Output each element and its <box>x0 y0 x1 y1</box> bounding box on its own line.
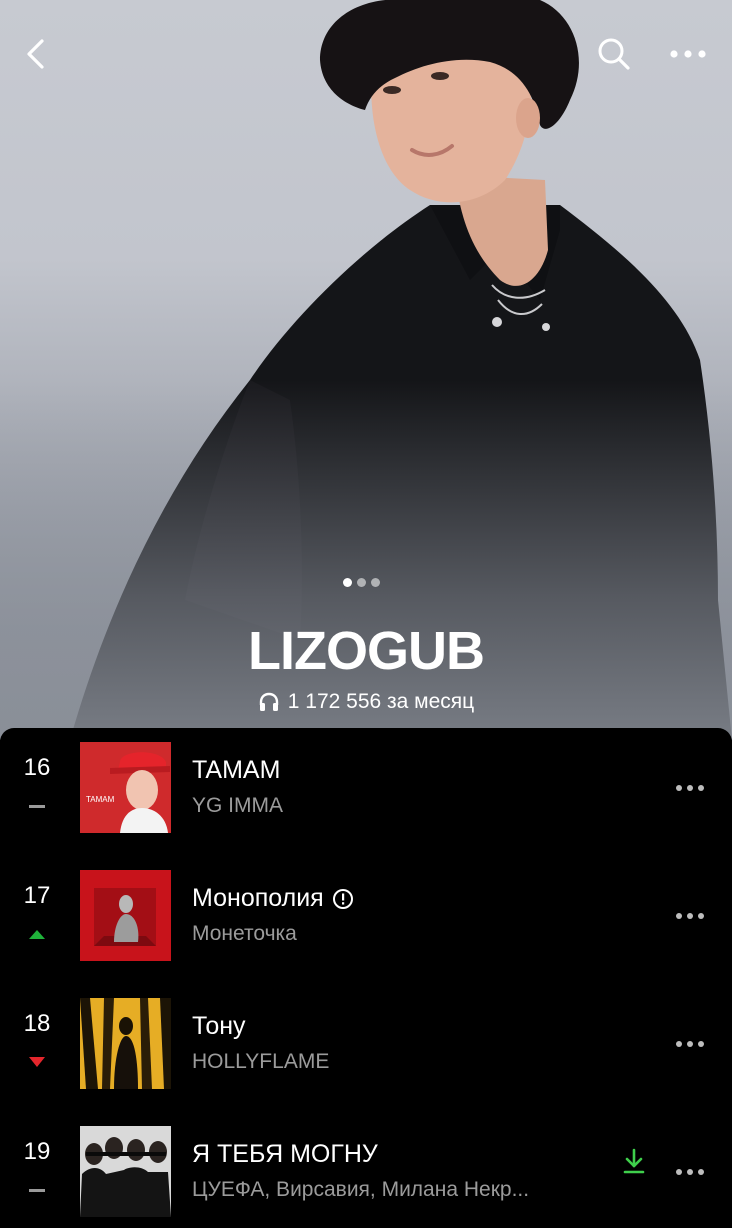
track-artist[interactable]: ЦУЕФА, Вирсавия, Милана Некр... <box>192 1178 529 1202</box>
pager-dot[interactable] <box>343 578 352 587</box>
track-cover[interactable]: TAMAM <box>80 742 171 833</box>
track-rank: 19 <box>23 1138 51 1165</box>
monthly-listeners: 1 172 556 за месяц <box>0 690 732 714</box>
track-more-button[interactable] <box>668 906 712 926</box>
track-more-button[interactable] <box>668 1034 712 1054</box>
track-rank: 18 <box>23 1010 51 1037</box>
track-cover[interactable] <box>80 1126 171 1217</box>
track-list: 16 TAMAM TAMAM YG IMMA 17 Монополия Моне… <box>0 728 732 1228</box>
chevron-left-icon <box>27 39 44 69</box>
track-artist[interactable]: YG IMMA <box>192 794 283 818</box>
track-title: Я ТЕБЯ МОГНУ <box>192 1140 378 1169</box>
listeners-count: 1 172 556 за месяц <box>287 690 475 713</box>
cover-text: TAMAM <box>86 795 115 804</box>
headphones-icon <box>259 692 278 711</box>
artist-name: LIZOGUB <box>248 621 485 681</box>
triangle-up-icon <box>26 928 48 940</box>
track-more-button[interactable] <box>668 778 712 798</box>
download-icon <box>623 1148 645 1174</box>
track-title: Монополия <box>192 884 354 913</box>
track-artist[interactable]: HOLLYFLAME <box>192 1050 329 1074</box>
track-title: Тону <box>192 1012 246 1041</box>
search-button[interactable] <box>590 30 638 78</box>
gallery-pager[interactable] <box>343 578 380 587</box>
pager-dot[interactable] <box>371 578 380 587</box>
search-icon <box>598 38 630 70</box>
artist-hero: LIZOGUB 1 172 556 за месяц <box>0 0 732 740</box>
cover-art <box>80 1126 171 1217</box>
track-row[interactable]: 17 Монополия Монеточка <box>0 856 732 984</box>
track-rank: 16 <box>23 754 51 781</box>
track-title-text: TAMAM <box>192 756 281 784</box>
more-options-button[interactable] <box>664 30 712 78</box>
track-title-text: Тону <box>192 1012 246 1040</box>
track-rank: 17 <box>23 882 51 909</box>
track-title-text: Монополия <box>192 884 324 912</box>
track-more-button[interactable] <box>668 1162 712 1182</box>
more-horizontal-icon <box>670 50 706 58</box>
back-button[interactable] <box>12 30 60 78</box>
track-title: TAMAM <box>192 756 280 785</box>
track-artist[interactable]: Монеточка <box>192 922 297 946</box>
dash-icon <box>26 1184 48 1196</box>
track-row[interactable]: 19 Я ТЕБЯ МОГНУ ЦУЕФА, Вирсавия, Милана … <box>0 1112 732 1228</box>
track-row[interactable]: 16 TAMAM TAMAM YG IMMA <box>0 728 732 856</box>
triangle-down-icon <box>26 1056 48 1068</box>
dash-icon <box>26 800 48 812</box>
explicit-icon <box>332 888 353 909</box>
cover-art <box>80 870 171 961</box>
track-cover[interactable] <box>80 870 171 961</box>
cover-art <box>80 998 171 1089</box>
track-row[interactable]: 18 Тону HOLLYFLAME <box>0 984 732 1112</box>
track-cover[interactable] <box>80 998 171 1089</box>
cover-art: TAMAM <box>80 742 171 833</box>
track-title-text: Я ТЕБЯ МОГНУ <box>192 1140 378 1168</box>
pager-dot[interactable] <box>357 578 366 587</box>
